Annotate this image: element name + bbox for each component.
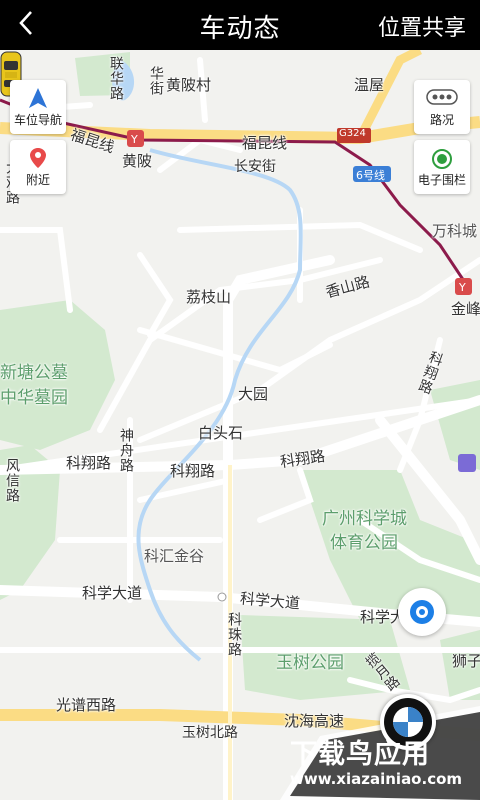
map-label: 温屋 xyxy=(354,76,385,94)
map-label: G324 xyxy=(339,128,366,139)
map-label: 大园 xyxy=(238,385,269,403)
locate-me-button[interactable] xyxy=(398,588,446,636)
map-label: 黄陂 xyxy=(122,152,153,170)
map-label: 黄陂村 xyxy=(166,76,212,94)
map-label: 风信路 xyxy=(4,458,20,503)
map-label: 玉树北路 xyxy=(182,725,238,741)
nearby-button[interactable]: 附近 xyxy=(10,140,66,194)
map-label: 科翔路 xyxy=(170,462,216,480)
map-label: 联华路 xyxy=(108,56,124,101)
svg-text:Y: Y xyxy=(458,281,466,294)
map-label: 荔枝山 xyxy=(186,288,232,306)
map-label: 科学大道 xyxy=(82,584,143,602)
target-icon xyxy=(410,600,434,624)
map-label: 长安街 xyxy=(234,159,276,175)
map-label: 体育公园 xyxy=(330,533,398,553)
nearby-label: 附近 xyxy=(25,173,50,187)
map-view[interactable]: Y Y 黄陂村 温屋 联华路 华街 福昆线 福昆线 黄陂 长安街 G324 6号… xyxy=(0,50,480,800)
map-label: 华街 xyxy=(148,66,164,96)
map-label: 中华墓园 xyxy=(0,388,68,408)
watermark: 下载鸟应用 www.xiazainiao.com xyxy=(280,726,480,800)
map-label: 广州科学城 xyxy=(322,509,407,529)
map-label: 新塘公墓 xyxy=(0,363,68,383)
map-label: 金峰 xyxy=(451,300,480,318)
map-label: 科翔路 xyxy=(66,454,112,472)
geofence-button[interactable]: 电子围栏 xyxy=(414,140,470,194)
location-pin-icon xyxy=(30,148,46,168)
map-label: 神舟路 xyxy=(118,428,134,473)
car-navigation-button[interactable]: 车位导航 xyxy=(10,80,66,134)
map-label: 玉树公园 xyxy=(276,653,344,673)
geofence-icon xyxy=(432,149,452,169)
map-label: 科汇金谷 xyxy=(144,547,205,565)
map-label: 白头石 xyxy=(198,424,244,442)
svg-text:Y: Y xyxy=(130,133,138,146)
map-label: 福昆线 xyxy=(242,134,288,152)
traffic-icon xyxy=(426,89,458,105)
top-bar: 车动态 位置共享 xyxy=(0,0,480,50)
hotel-icon[interactable] xyxy=(458,454,476,472)
watermark-title: 下载鸟应用 xyxy=(290,739,430,770)
map-label: 科珠路 xyxy=(226,612,242,657)
map-label: 万科城 xyxy=(432,222,478,240)
map-label: 狮子 xyxy=(452,652,480,670)
navigation-arrow-icon xyxy=(29,88,47,108)
traffic-label: 路况 xyxy=(429,113,454,127)
car-navigation-label: 车位导航 xyxy=(13,113,62,127)
traffic-button[interactable]: 路况 xyxy=(414,80,470,134)
location-share-button[interactable]: 位置共享 xyxy=(378,10,466,42)
map-label: 光谱西路 xyxy=(56,696,117,714)
geofence-label: 电子围栏 xyxy=(417,173,466,187)
watermark-url: www.xiazainiao.com xyxy=(290,770,463,788)
map-label: 6号线 xyxy=(356,169,385,182)
